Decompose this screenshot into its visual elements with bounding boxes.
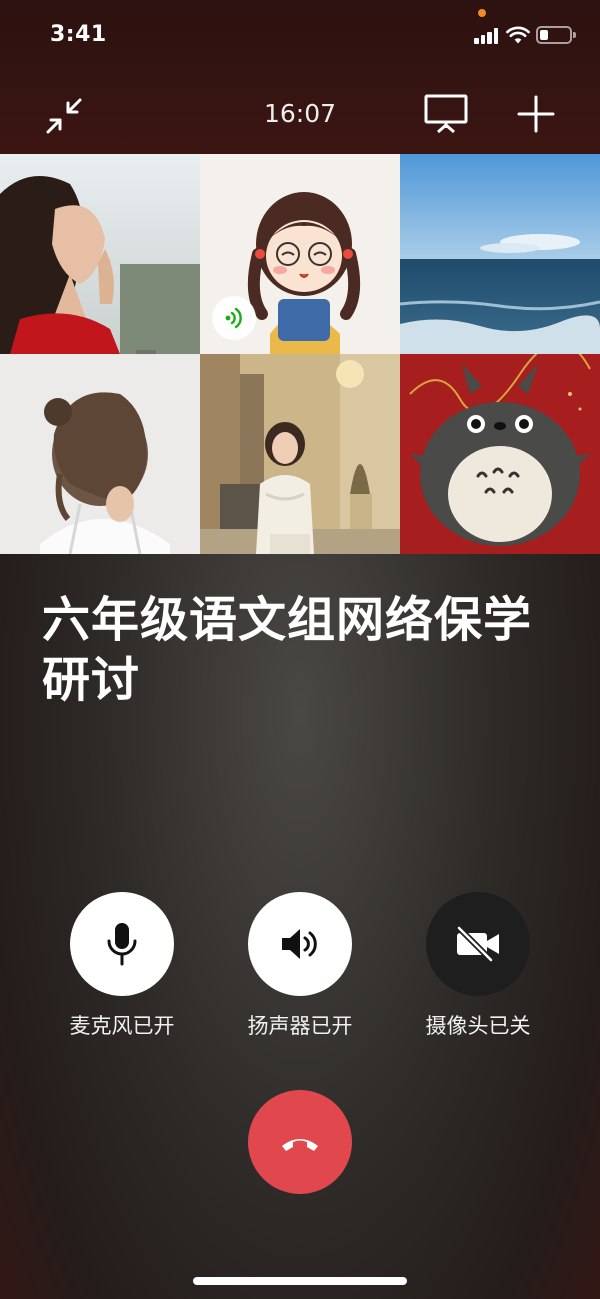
speaker-toggle-button[interactable] (248, 892, 352, 996)
participant-tile-4[interactable] (0, 354, 200, 554)
camera-label: 摄像头已关 (425, 1014, 531, 1038)
microphone-control: 麦克风已开 (32, 892, 212, 1040)
hang-up-button[interactable] (248, 1090, 352, 1194)
camera-off-icon (456, 925, 499, 963)
hang-up-icon (282, 1139, 318, 1151)
microphone-label: 麦克风已开 (69, 1014, 175, 1038)
speaker-label: 扬声器已开 (247, 1014, 353, 1038)
participant-avatar-woman-red-dress (0, 154, 200, 354)
screen-share-icon (424, 94, 468, 134)
camera-toggle-button[interactable] (426, 892, 530, 996)
microphone-icon (107, 923, 137, 966)
minimize-button[interactable] (40, 92, 88, 140)
speaking-icon (225, 307, 242, 329)
add-participant-button[interactable] (512, 90, 560, 138)
call-duration: 16:07 (263, 99, 337, 128)
speaking-indicator (212, 296, 256, 340)
wifi-icon (506, 26, 530, 44)
minimize-icon (46, 98, 82, 134)
home-indicator[interactable] (193, 1277, 407, 1285)
participant-avatar-ocean (400, 154, 600, 354)
add-participant-icon (517, 95, 555, 133)
participant-tile-6[interactable] (400, 354, 600, 554)
speaker-icon (282, 929, 317, 959)
status-bar: 3:41 (0, 0, 600, 70)
participant-tile-5[interactable] (200, 354, 400, 554)
participant-avatar-totoro (400, 354, 600, 554)
participant-tile-2[interactable] (200, 154, 400, 354)
participant-avatar-woman-back (0, 354, 200, 554)
call-controls: 麦克风已开 扬声器已开 摄像头已关 (0, 892, 600, 1052)
battery-icon (536, 26, 576, 44)
call-toolbar: 16:07 (0, 84, 600, 148)
screen-share-button[interactable] (422, 90, 470, 138)
status-time: 3:41 (50, 22, 107, 47)
participant-tile-3[interactable] (400, 154, 600, 354)
privacy-indicator-dot (478, 9, 486, 17)
participant-grid (0, 154, 600, 554)
speaker-control: 扬声器已开 (210, 892, 390, 1040)
participant-tile-1[interactable] (0, 154, 200, 354)
participant-avatar-woman-indoor (200, 354, 400, 554)
camera-control: 摄像头已关 (388, 892, 568, 1040)
cellular-signal-icon (474, 28, 500, 44)
meeting-title: 六年级语文组网络保学研讨 (42, 592, 533, 708)
microphone-toggle-button[interactable] (70, 892, 174, 996)
